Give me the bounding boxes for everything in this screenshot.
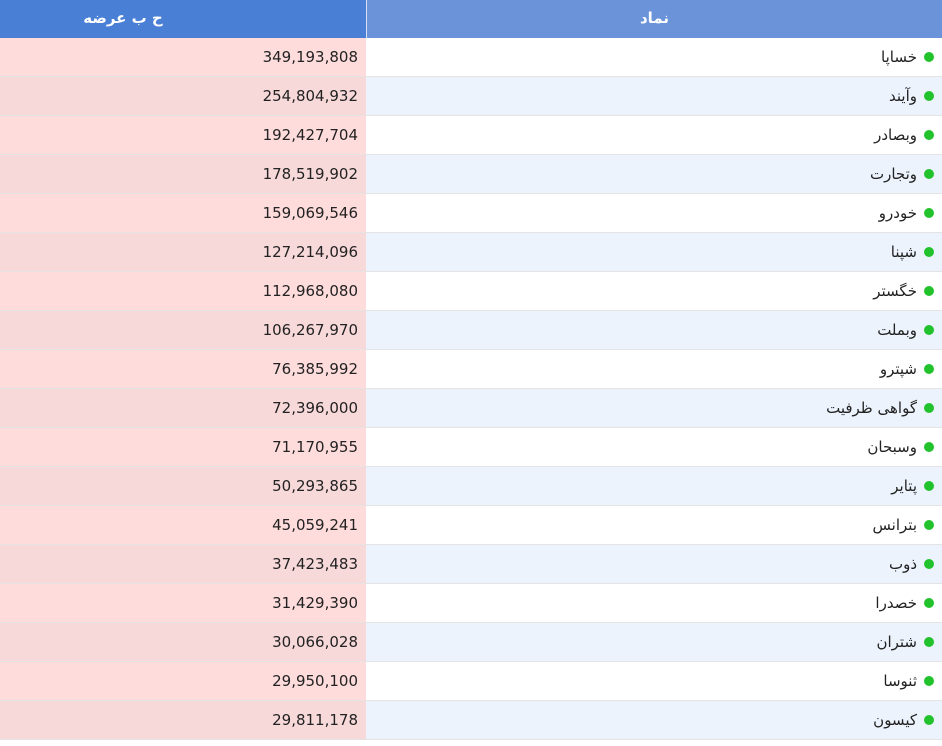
symbol-label: خگستر (873, 281, 917, 300)
table-row[interactable]: 37,423,483 ذوب (0, 545, 942, 584)
symbol-label: بترانس (872, 515, 917, 534)
symbol-cell[interactable]: شپترو (366, 350, 942, 388)
symbol-label: وبصادر (874, 125, 917, 144)
table-row[interactable]: 127,214,096 شپنا (0, 233, 942, 272)
symbol-label: خصدرا (875, 593, 917, 612)
status-dot-icon (924, 403, 934, 413)
symbol-cell[interactable]: کیسون (366, 701, 942, 739)
symbol-cell[interactable]: خصدرا (366, 584, 942, 622)
supply-volume-cell: 76,385,992 (0, 350, 366, 388)
symbol-cell[interactable]: وتجارت (366, 155, 942, 193)
table-row[interactable]: 72,396,000 گواهی ظرفیت (0, 389, 942, 428)
symbol-label: وتجارت (869, 164, 917, 183)
table-row[interactable]: 29,811,178 کیسون (0, 701, 942, 740)
supply-volume-cell: 72,396,000 (0, 389, 366, 427)
symbol-cell[interactable]: وبصادر (366, 116, 942, 154)
symbol-cell[interactable]: وسبحان (366, 428, 942, 466)
supply-volume-cell: 106,267,970 (0, 311, 366, 349)
table-row[interactable]: 30,066,028 شتران (0, 623, 942, 662)
symbol-label: وآیند (889, 86, 917, 105)
symbol-cell[interactable]: وآیند (366, 77, 942, 115)
supply-volume-cell: 30,066,028 (0, 623, 366, 661)
status-dot-icon (924, 676, 934, 686)
symbol-label: شپترو (879, 359, 917, 378)
table-body: 349,193,808 خساپا 254,804,932 وآیند 192,427,… (0, 38, 942, 740)
symbol-cell[interactable]: بترانس (366, 506, 942, 544)
table-row[interactable]: 112,968,080 خگستر (0, 272, 942, 311)
column-header-supply-volume[interactable]: ح ب عرضه (0, 0, 366, 38)
symbol-cell[interactable]: خساپا (366, 38, 942, 76)
status-dot-icon (924, 364, 934, 374)
table-row[interactable]: 159,069,546 خودرو (0, 194, 942, 233)
symbol-label: وبملت (877, 320, 917, 339)
status-dot-icon (924, 481, 934, 491)
symbol-label: ذوب (888, 554, 917, 573)
supply-volume-cell: 37,423,483 (0, 545, 366, 583)
symbol-label: پتایر (891, 476, 917, 495)
table-row[interactable]: 178,519,902 وتجارت (0, 155, 942, 194)
symbol-label: کیسون (873, 710, 917, 729)
status-dot-icon (924, 247, 934, 257)
table-row[interactable]: 45,059,241 بترانس (0, 506, 942, 545)
symbol-label: شپنا (890, 242, 917, 261)
symbol-cell[interactable]: خودرو (366, 194, 942, 232)
symbol-label: خودرو (878, 203, 917, 222)
status-dot-icon (924, 520, 934, 530)
status-dot-icon (924, 208, 934, 218)
status-dot-icon (924, 325, 934, 335)
status-dot-icon (924, 286, 934, 296)
status-dot-icon (924, 169, 934, 179)
symbol-label: گواهی ظرفیت (826, 398, 917, 417)
supply-volume-cell: 159,069,546 (0, 194, 366, 232)
symbol-label: ثنوسا (883, 671, 917, 690)
symbol-cell[interactable]: پتایر (366, 467, 942, 505)
symbol-label: شتران (876, 632, 917, 651)
column-header-symbol[interactable]: نماد (366, 0, 942, 38)
table-row[interactable]: 349,193,808 خساپا (0, 38, 942, 77)
supply-volume-cell: 178,519,902 (0, 155, 366, 193)
status-dot-icon (924, 52, 934, 62)
status-dot-icon (924, 91, 934, 101)
supply-volume-cell: 254,804,932 (0, 77, 366, 115)
status-dot-icon (924, 598, 934, 608)
symbol-cell[interactable]: ذوب (366, 545, 942, 583)
supply-volume-cell: 349,193,808 (0, 38, 366, 76)
status-dot-icon (924, 130, 934, 140)
supply-volume-cell: 127,214,096 (0, 233, 366, 271)
supply-volume-cell: 31,429,390 (0, 584, 366, 622)
table-row[interactable]: 106,267,970 وبملت (0, 311, 942, 350)
symbol-cell[interactable]: شپنا (366, 233, 942, 271)
table-row[interactable]: 29,950,100 ثنوسا (0, 662, 942, 701)
status-dot-icon (924, 442, 934, 452)
status-dot-icon (924, 715, 934, 725)
table-header: ح ب عرضه نماد (0, 0, 942, 38)
symbol-cell[interactable]: گواهی ظرفیت (366, 389, 942, 427)
supply-volume-cell: 192,427,704 (0, 116, 366, 154)
table-row[interactable]: 50,293,865 پتایر (0, 467, 942, 506)
supply-volume-cell: 29,811,178 (0, 701, 366, 739)
symbol-cell[interactable]: شتران (366, 623, 942, 661)
symbol-cell[interactable]: ثنوسا (366, 662, 942, 700)
table-row[interactable]: 192,427,704 وبصادر (0, 116, 942, 155)
symbol-label: وسبحان (867, 437, 917, 456)
supply-volume-cell: 45,059,241 (0, 506, 366, 544)
table-row[interactable]: 31,429,390 خصدرا (0, 584, 942, 623)
table-row[interactable]: 76,385,992 شپترو (0, 350, 942, 389)
status-dot-icon (924, 559, 934, 569)
symbol-label: خساپا (881, 47, 917, 66)
supply-volume-cell: 71,170,955 (0, 428, 366, 466)
table-row[interactable]: 71,170,955 وسبحان (0, 428, 942, 467)
table-row[interactable]: 254,804,932 وآیند (0, 77, 942, 116)
supply-table: ح ب عرضه نماد 349,193,808 خساپا 254,804,93… (0, 0, 942, 740)
supply-volume-cell: 112,968,080 (0, 272, 366, 310)
symbol-cell[interactable]: وبملت (366, 311, 942, 349)
status-dot-icon (924, 637, 934, 647)
supply-volume-cell: 29,950,100 (0, 662, 366, 700)
symbol-cell[interactable]: خگستر (366, 272, 942, 310)
supply-volume-cell: 50,293,865 (0, 467, 366, 505)
